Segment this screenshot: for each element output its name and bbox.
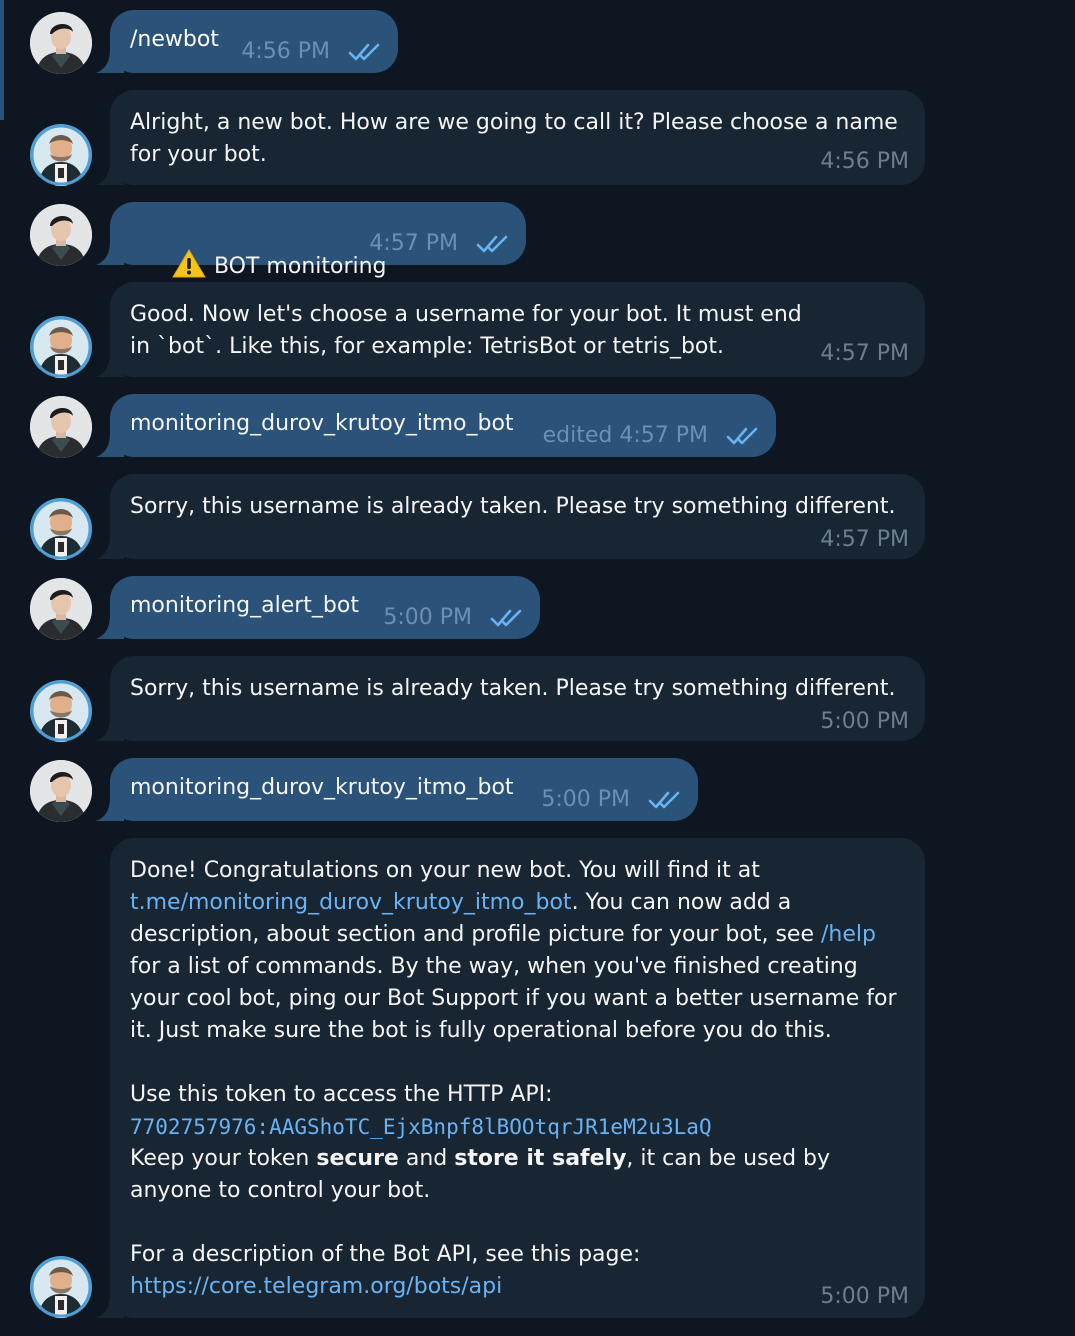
help-command-link[interactable]: /help (821, 922, 876, 947)
text-span: for a list of commands. By the way, when… (130, 954, 897, 1043)
message-time: 4:57 PM (820, 527, 909, 552)
message-text: BOT monitoring (213, 254, 387, 279)
message-bubble-outgoing[interactable]: monitoring_durov_krutoy_itmo_bot edited … (110, 394, 776, 457)
user-avatar[interactable] (30, 578, 92, 640)
bot-link[interactable]: t.me/monitoring_durov_krutoy_itmo_bot (130, 890, 572, 915)
bubble-tail (96, 353, 124, 377)
message-bubble-outgoing[interactable]: BOT monitoring 4:57 PM (110, 202, 526, 279)
bubble-tail (96, 615, 124, 639)
message-time: 4:57 PM (820, 341, 909, 366)
message-bubble-incoming[interactable]: Sorry, this username is already taken. P… (110, 474, 925, 559)
api-token[interactable]: 7702757976:AAGShoTC_EjxBnpf8lBOOtqrJR1eM… (130, 1111, 911, 1143)
message-bubble-incoming[interactable]: Good. Now let's choose a username for yo… (110, 282, 925, 377)
active-chat-indicator (0, 0, 4, 120)
message-text: Sorry, this username is already taken. P… (130, 494, 896, 519)
message-text: Done! Congratulations on your new bot. Y… (110, 838, 925, 1319)
bubble-tail (96, 241, 124, 265)
user-avatar[interactable] (30, 204, 92, 266)
message-text: Sorry, this username is already taken. P… (130, 676, 896, 701)
message-time: 4:57 PM (369, 231, 458, 256)
message-bubble-incoming[interactable]: Alright, a new bot. How are we going to … (110, 90, 925, 185)
bubble-tail (96, 535, 124, 559)
message-bubble-outgoing[interactable]: monitoring_alert_bot 5:00 PM (110, 576, 540, 639)
warning-sign-emoji (172, 254, 214, 279)
double-check-icon (348, 42, 382, 62)
double-check-icon (490, 608, 524, 628)
bot-avatar[interactable] (30, 124, 92, 186)
bot-avatar[interactable] (30, 498, 92, 560)
message-time: 4:56 PM (241, 39, 330, 64)
message-bubble-incoming[interactable]: Sorry, this username is already taken. P… (110, 656, 925, 741)
message-text: Good. Now let's choose a username for yo… (130, 302, 809, 359)
paragraph-intro: Done! Congratulations on your new bot. Y… (130, 855, 911, 1047)
double-check-icon (648, 790, 682, 810)
message-time: 5:00 PM (820, 1284, 909, 1309)
bot-avatar[interactable] (30, 316, 92, 378)
bubble-tail (96, 49, 124, 73)
user-avatar[interactable] (30, 12, 92, 74)
user-avatar[interactable] (30, 396, 92, 458)
text-span: Done! Congratulations on your new bot. Y… (130, 858, 760, 883)
double-check-icon (476, 234, 510, 254)
bot-avatar[interactable] (30, 680, 92, 742)
bubble-tail (96, 797, 124, 821)
message-text: Alright, a new bot. How are we going to … (130, 110, 905, 167)
message-time: 4:56 PM (820, 149, 909, 174)
bot-avatar[interactable] (30, 1256, 92, 1318)
message-bubble-outgoing[interactable]: /newbot 4:56 PM (110, 10, 398, 73)
text-span: For a description of the Bot API, see th… (130, 1242, 641, 1267)
message-time: edited 4:57 PM (542, 423, 708, 448)
bold-text: store it safely (454, 1146, 627, 1171)
double-check-icon (726, 426, 760, 446)
message-time: 5:00 PM (383, 605, 472, 630)
text-span: Use this token to access the HTTP API: (130, 1082, 553, 1107)
bubble-tail (96, 161, 124, 185)
bot-api-docs-link[interactable]: https://core.telegram.org/bots/api (130, 1274, 502, 1299)
bubble-tail (96, 717, 124, 741)
text-span: Keep your token (130, 1146, 317, 1171)
bubble-tail (96, 433, 124, 457)
paragraph-token: Use this token to access the HTTP API: 7… (130, 1079, 911, 1207)
message-time: 5:00 PM (820, 709, 909, 734)
paragraph-api: For a description of the Bot API, see th… (130, 1239, 911, 1303)
user-avatar[interactable] (30, 760, 92, 822)
bubble-tail (96, 1294, 124, 1318)
message-time: 5:00 PM (541, 787, 630, 812)
bold-text: secure (316, 1146, 399, 1171)
text-span: and (398, 1146, 455, 1171)
message-bubble-incoming[interactable]: Done! Congratulations on your new bot. Y… (110, 838, 925, 1318)
message-bubble-outgoing[interactable]: monitoring_durov_krutoy_itmo_bot 5:00 PM (110, 758, 698, 821)
